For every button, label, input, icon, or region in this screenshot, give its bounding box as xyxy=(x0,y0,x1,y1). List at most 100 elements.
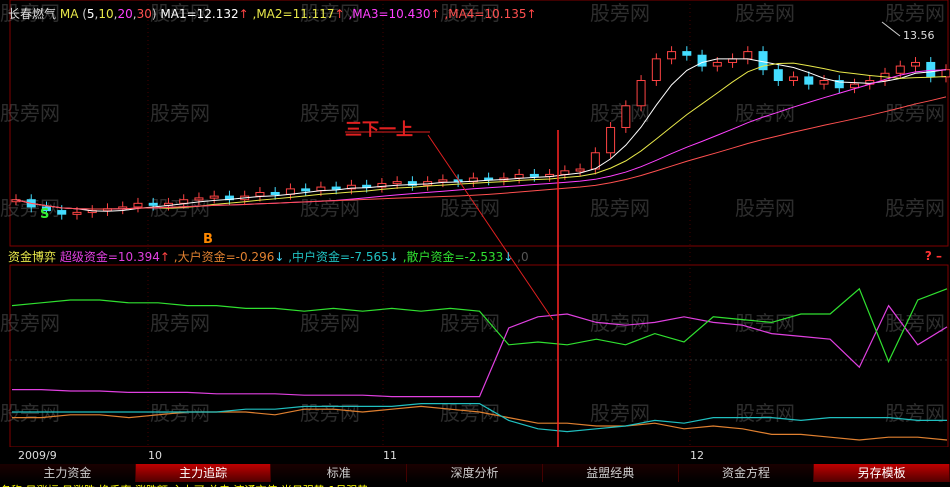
watermark: 股旁网 xyxy=(590,196,650,220)
watermark: 股旁网 xyxy=(0,101,60,125)
date-tick: 12 xyxy=(690,449,704,462)
tab-5[interactable]: 资金方程 xyxy=(678,464,815,482)
stock-chart[interactable]: 股旁网 股旁网 股旁网 股旁网 股旁网 股旁网 股旁网股旁网 股旁网 股旁网 股旁网 股旁网 股旁网股… xyxy=(0,0,950,447)
ma-param-3: 20 xyxy=(117,7,133,21)
retail-fund-value: ,散户资金=-2.533 xyxy=(402,250,504,264)
candle xyxy=(911,61,921,67)
watermark: 股旁网 xyxy=(0,311,60,335)
ma-legend: 长春燃气 MA (5,10,20,30) MA1=12.132↑ ,MA2=11… xyxy=(8,7,537,21)
annotation-arrow xyxy=(427,134,554,321)
candle xyxy=(392,181,402,185)
candle xyxy=(179,199,189,204)
candle xyxy=(651,58,661,82)
candle xyxy=(194,197,204,201)
ma-param-2: 10 xyxy=(98,7,114,21)
up-arrow-icon: ↑ xyxy=(238,7,249,21)
candle xyxy=(362,184,372,188)
watermark: 股旁网 xyxy=(735,196,795,220)
template-tabs: 主力资金 主力追踪 标准 深度分析 益盟经典 资金方程 另存模板 xyxy=(0,464,950,482)
candle xyxy=(712,61,722,67)
tab-2[interactable]: 标准 xyxy=(271,464,408,482)
tail-value: ,0 xyxy=(517,250,529,264)
candle xyxy=(941,69,950,78)
indicator-name: 资金博弈 xyxy=(8,250,57,264)
watermark: 股旁网 xyxy=(735,401,795,425)
ma3-value: ,MA3=10.430 xyxy=(348,7,431,21)
ma1-value: MA1=12.132 xyxy=(160,7,239,21)
up-arrow-icon: ↑ xyxy=(430,7,441,21)
up-arrow-icon: ↑ xyxy=(526,7,537,21)
down-arrow-icon: ↓ xyxy=(274,250,285,264)
buy-signal: B xyxy=(203,232,213,247)
candle xyxy=(773,69,783,82)
candle xyxy=(560,170,570,175)
panel-help-close-buttons[interactable]: ? – xyxy=(925,249,942,263)
ma3-line xyxy=(15,69,947,210)
date-tick: 10 xyxy=(148,449,162,462)
candle xyxy=(209,195,219,199)
candle xyxy=(148,202,158,206)
watermark: 股旁网 xyxy=(590,1,650,25)
watermark: 股旁网 xyxy=(150,311,210,335)
candle xyxy=(331,186,341,190)
watermark: 股旁网 xyxy=(0,401,60,425)
big-fund-value: ,大户资金=-0.296 xyxy=(173,250,275,264)
watermark: 股旁网 xyxy=(590,401,650,425)
candle xyxy=(255,191,265,197)
candle xyxy=(438,179,448,183)
watermark: 股旁网 xyxy=(735,101,795,125)
watermark: 股旁网 xyxy=(300,311,360,335)
down-arrow-icon: ↓ xyxy=(503,250,514,264)
candle xyxy=(529,173,539,177)
candle xyxy=(850,83,860,89)
date-axis: 2009/9 10 11 12 xyxy=(0,447,950,464)
super-fund-value: 超级资金=10.394 xyxy=(59,250,160,264)
candle xyxy=(728,58,738,63)
candle xyxy=(72,211,82,215)
ma2-line xyxy=(15,62,947,210)
watermark: 股旁网 xyxy=(885,1,945,25)
annotation-text: 三下一上 xyxy=(345,120,413,140)
tab-1[interactable]: 主力追踪 xyxy=(135,464,272,482)
ma-param-4: 30 xyxy=(136,7,152,21)
candle xyxy=(926,61,936,78)
up-arrow-icon: ↑ xyxy=(334,7,345,21)
sell-signal: S xyxy=(40,207,49,222)
up-arrow-icon: ↑ xyxy=(159,250,170,264)
high-price-label: 13.56 xyxy=(903,29,935,42)
candle xyxy=(819,80,829,85)
candle xyxy=(514,173,524,179)
candle xyxy=(743,51,753,60)
candle xyxy=(667,51,677,60)
watermark: 股旁网 xyxy=(885,311,945,335)
watermark: 股旁网 xyxy=(300,401,360,425)
fund-legend: 资金博弈 超级资金=10.394↑ ,大户资金=-0.296↓ ,中户资金=-7… xyxy=(8,248,529,265)
date-tick: 11 xyxy=(383,449,397,462)
tab-6[interactable]: 另存模板 xyxy=(814,464,950,482)
candle xyxy=(133,202,143,208)
watermark: 股旁网 xyxy=(150,101,210,125)
candle xyxy=(789,76,799,82)
candle xyxy=(301,188,311,192)
tab-4[interactable]: 益盟经典 xyxy=(542,464,679,482)
mid-fund-value: ,中户资金=-7.565 xyxy=(288,250,389,264)
tab-3[interactable]: 深度分析 xyxy=(407,464,543,482)
tab-0[interactable]: 主力资金 xyxy=(0,464,136,482)
ma4-value: ,MA4=10.135 xyxy=(444,7,527,21)
ma-label: MA xyxy=(59,7,79,21)
down-arrow-icon: ↓ xyxy=(388,250,399,264)
watermark: 股旁网 xyxy=(440,196,500,220)
watermark: 股旁网 xyxy=(885,101,945,125)
date-tick: 2009/9 xyxy=(18,449,57,462)
watermark: 股旁网 xyxy=(885,196,945,220)
ma-param-1: 5 xyxy=(86,7,95,21)
candle xyxy=(636,80,646,107)
watermark: 股旁网 xyxy=(885,401,945,425)
ma2-value: ,MA2=11.117 xyxy=(252,7,335,21)
watermark: 股旁网 xyxy=(440,401,500,425)
watermark: 股旁网 xyxy=(735,1,795,25)
candle xyxy=(270,191,280,195)
candle xyxy=(895,65,905,74)
candle xyxy=(621,105,631,128)
candle xyxy=(575,168,585,172)
